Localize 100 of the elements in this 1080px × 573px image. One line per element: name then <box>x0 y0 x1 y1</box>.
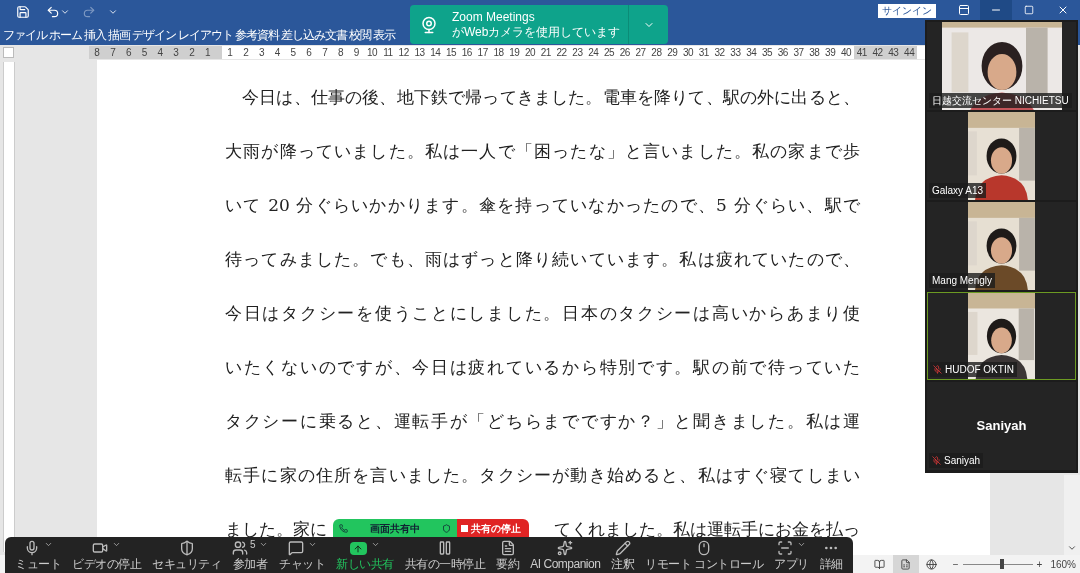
ruler-number: 1 <box>226 46 234 59</box>
ribbon-tab[interactable]: ホーム <box>49 25 82 44</box>
toolbar-button[interactable]: AI Companion <box>530 540 601 573</box>
document-line: 転手に家の住所を言いました。タクシーが動き始めると、私はすぐ寝てしまい <box>225 464 860 487</box>
ruler-number: 21 <box>539 46 552 59</box>
ruler-number: 11 <box>382 46 394 59</box>
zoom-out-button[interactable]: − <box>952 556 959 572</box>
customize-icon[interactable] <box>108 7 118 17</box>
ruler-number: 28 <box>650 46 663 59</box>
ruler-number: 13 <box>413 46 426 59</box>
ruler-number: 16 <box>460 46 473 59</box>
undo-icon[interactable] <box>46 5 60 19</box>
ribbon-tab[interactable]: 参考資料 <box>235 25 279 44</box>
scroll-down-icon[interactable] <box>1067 543 1077 553</box>
toolbar-button[interactable]: ミュート <box>15 540 61 573</box>
toolbar-button[interactable]: 注釈 <box>611 540 635 573</box>
caret-icon[interactable] <box>43 540 53 549</box>
stop-share-button[interactable]: 共有の停止 <box>457 519 529 537</box>
ruler-number: 22 <box>555 46 568 59</box>
sharing-status: 画面共有中 <box>333 519 457 537</box>
ruler-number: 5 <box>140 46 148 59</box>
ruler-number: 12 <box>397 46 410 59</box>
ruler-number: 7 <box>109 46 117 59</box>
toolbar-button[interactable]: チャット <box>279 540 326 573</box>
ruler-number: 25 <box>602 46 616 59</box>
document-line: 今日はタクシーを使うことにしました。日本のタクシーは高いからあまり使 <box>225 302 860 325</box>
toolbar-button[interactable]: セキュリティ <box>152 540 222 573</box>
print-layout-button[interactable] <box>892 555 919 573</box>
ruler-number: 19 <box>508 46 521 59</box>
ruler-number: 39 <box>824 46 837 59</box>
ribbon-tab[interactable]: デザイン <box>132 25 176 44</box>
share-icon <box>349 542 367 555</box>
globe-icon <box>926 558 938 570</box>
toolbar-button[interactable]: 詳細 <box>819 540 843 573</box>
close-icon[interactable] <box>1057 4 1069 16</box>
caret-icon[interactable] <box>370 540 380 549</box>
toolbar-button[interactable]: アプリ <box>774 540 809 573</box>
toolbar-button[interactable]: 5 参加者 <box>232 540 269 573</box>
ribbon-tab[interactable]: 描画 <box>108 25 130 44</box>
ribbon-tab[interactable]: 差し込み文書 <box>281 25 347 44</box>
caret-icon[interactable] <box>307 540 317 549</box>
ruler-number: 14 <box>429 46 442 59</box>
ruler-number: 32 <box>713 46 726 59</box>
ribbon-tab[interactable]: レイアウト <box>178 25 233 44</box>
ruler-number: 24 <box>587 46 600 59</box>
ruler-number: 41 <box>853 46 870 59</box>
caret-icon[interactable] <box>259 540 269 549</box>
ruler-number: 10 <box>366 46 379 59</box>
ruler-number: 35 <box>760 46 774 59</box>
ruler-number: 33 <box>729 46 742 59</box>
ruler-number: 8 <box>336 46 344 59</box>
pause-icon <box>437 540 453 556</box>
zoom-slider-thumb[interactable] <box>1000 558 1005 569</box>
ruler-number: 38 <box>808 46 821 59</box>
restore-icon[interactable] <box>1024 5 1034 15</box>
ribbon-tab[interactable]: 挿入 <box>84 25 106 44</box>
vertical-scrollbar[interactable] <box>1064 475 1080 555</box>
ruler-number: 4 <box>156 46 164 59</box>
notification-title: Zoom Meetings <box>452 9 536 25</box>
document-line: いたくないのですが、今日は疲れているから特別です。駅の前で待っていた <box>225 356 860 379</box>
document-line: 今日は、仕事の後、地下鉄で帰ってきました。電車を降りて、駅の外に出ると、 <box>241 86 860 109</box>
ruler-number: 7 <box>321 46 329 59</box>
ribbon-tab[interactable]: 校閲 <box>349 25 371 44</box>
toolbar-button[interactable]: 新しい共有 <box>336 540 394 573</box>
phone-icon <box>339 523 348 533</box>
ruler-number: 26 <box>618 46 631 59</box>
toolbar-button[interactable]: リモート コントロール <box>645 540 764 573</box>
document-icon <box>499 540 516 556</box>
webcam-icon <box>420 15 438 34</box>
ruler-number: 9 <box>352 46 360 59</box>
ruler-number: 17 <box>476 46 489 59</box>
caret-icon[interactable] <box>797 540 807 549</box>
ruler-number: 43 <box>885 46 902 59</box>
toolbar-button[interactable]: 要約 <box>496 540 520 573</box>
pencil-icon <box>614 540 631 556</box>
save-icon[interactable] <box>16 5 30 19</box>
ruler-number: 3 <box>257 46 265 59</box>
ruler-number: 30 <box>681 46 695 59</box>
caret-icon[interactable] <box>60 7 70 17</box>
ribbon-tab[interactable]: 表示 <box>373 25 395 44</box>
ribbon-tab[interactable]: ファイル <box>3 25 47 44</box>
participant-name: Mang Mengly <box>929 273 996 288</box>
ruler-number: 1 <box>203 46 211 59</box>
zoom-level[interactable]: 160% <box>1050 556 1076 572</box>
book-icon <box>874 558 886 570</box>
participant-name: Galaxy A13 <box>929 183 987 198</box>
muted-icon <box>932 456 941 465</box>
participant-name: HUDOF OKTIN <box>930 362 1017 377</box>
toolbar-button[interactable]: ビデオの停止 <box>72 540 142 573</box>
ruler-number: 6 <box>124 46 132 59</box>
zoom-in-button[interactable]: + <box>1036 556 1043 572</box>
participant-count: 5 <box>250 540 256 550</box>
ruler-number: 18 <box>492 46 505 59</box>
page-icon <box>900 558 912 570</box>
caret-icon[interactable] <box>112 540 122 549</box>
toolbar-button[interactable]: 共有の一時停止 <box>404 540 486 573</box>
ribbon-display-icon[interactable] <box>958 4 970 16</box>
sign-in-button[interactable]: サインイン <box>878 4 936 18</box>
camera-icon <box>92 540 109 556</box>
ruler-number: 15 <box>445 46 458 59</box>
